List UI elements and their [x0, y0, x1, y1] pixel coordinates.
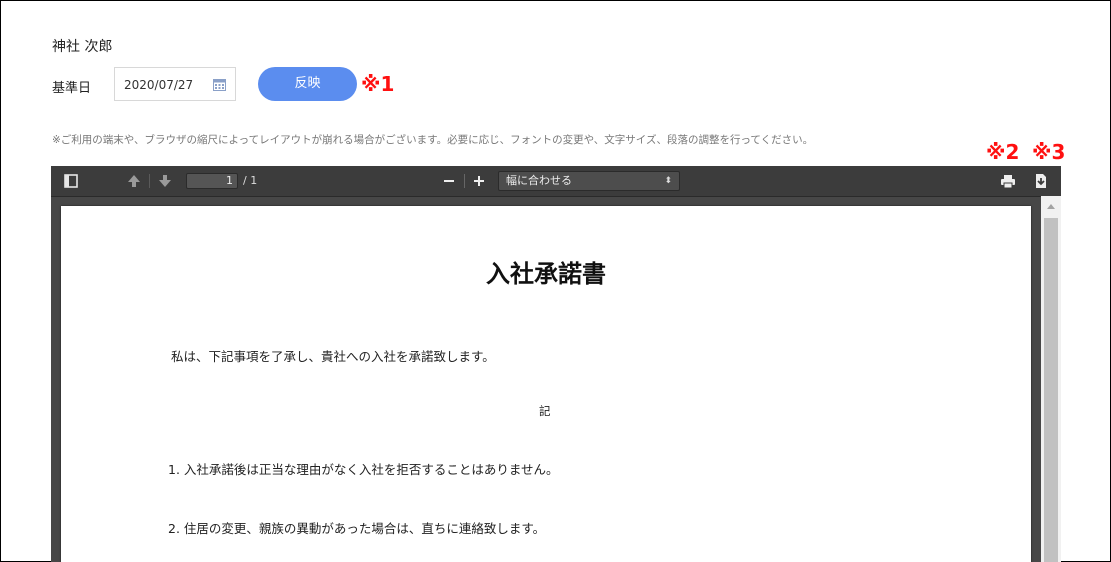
page-number-input[interactable]: 1 — [186, 173, 238, 189]
pdf-viewer: 1 / 1 幅に合わせる ⬍ 入社承諾書 私は、下記事項を了承し、貴社への入社を… — [51, 166, 1061, 562]
date-label: 基準日 — [52, 81, 92, 96]
document-item: 1. 入社承諾後は正当な理由がなく入社を拒否することはありません。 — [168, 462, 559, 477]
pdf-toolbar: 1 / 1 幅に合わせる ⬍ — [51, 166, 1061, 197]
select-arrows-icon: ⬍ — [664, 176, 672, 186]
note-mark-3: ※3 — [1032, 140, 1066, 164]
layout-notice: ※ご利用の端末や、ブラウザの縮尺によってレイアウトが崩れる場合がございます。必要… — [52, 134, 814, 146]
apply-button[interactable]: 反映 — [258, 67, 357, 101]
zoom-select[interactable]: 幅に合わせる ⬍ — [498, 171, 680, 191]
zoom-out-icon[interactable] — [441, 173, 457, 189]
toolbar-divider — [149, 174, 150, 188]
scroll-thumb[interactable] — [1044, 218, 1058, 562]
zoom-in-icon[interactable] — [471, 173, 487, 189]
scroll-up-arrow-icon[interactable] — [1047, 204, 1055, 209]
arrow-down-icon[interactable] — [157, 173, 173, 189]
date-input[interactable]: 2020/07/27 — [114, 67, 236, 101]
note-mark-2: ※2 — [986, 140, 1020, 164]
calendar-icon[interactable] — [213, 78, 226, 91]
page-total: / 1 — [243, 174, 258, 187]
document-intro: 私は、下記事項を了承し、貴社への入社を承諾致します。 — [171, 349, 495, 364]
note-mark-1: ※1 — [361, 72, 395, 96]
print-icon[interactable] — [1000, 173, 1016, 189]
pdf-page: 入社承諾書 私は、下記事項を了承し、貴社への入社を承諾致します。 記 1. 入社… — [61, 206, 1031, 562]
vertical-scrollbar[interactable] — [1041, 196, 1061, 562]
zoom-divider — [464, 174, 465, 188]
document-title: 入社承諾書 — [486, 260, 606, 288]
download-icon[interactable] — [1033, 173, 1049, 189]
arrow-up-icon[interactable] — [126, 173, 142, 189]
user-name: 神社 次郎 — [52, 39, 113, 55]
document-ki: 記 — [539, 404, 551, 418]
date-value: 2020/07/27 — [124, 78, 194, 92]
sidebar-toggle-icon[interactable] — [63, 173, 79, 189]
zoom-select-value: 幅に合わせる — [506, 174, 572, 187]
document-item: 2. 住居の変更、親族の異動があった場合は、直ちに連絡致します。 — [168, 521, 546, 536]
